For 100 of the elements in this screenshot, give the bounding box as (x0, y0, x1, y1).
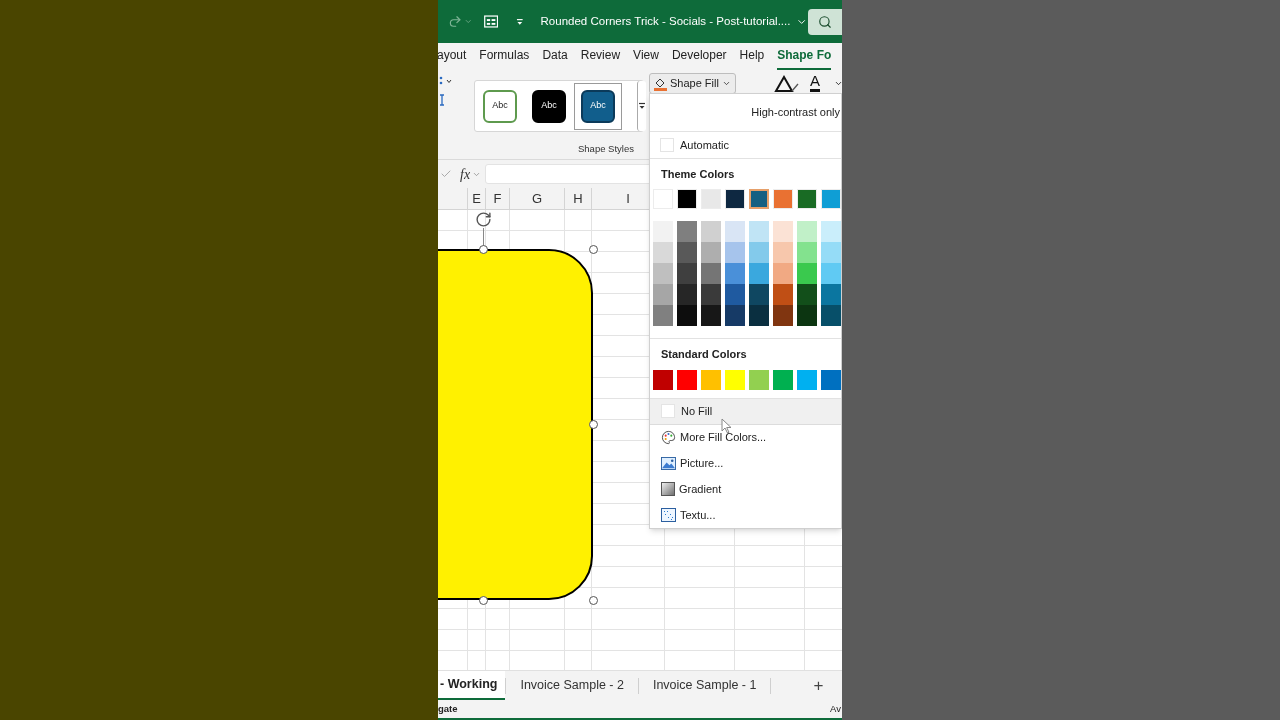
color-swatch[interactable] (773, 242, 793, 264)
sheet-tab[interactable]: Invoice Sample - 1 (638, 671, 771, 700)
selected-style-frame[interactable]: Abc (574, 82, 622, 130)
rounded-rectangle-shape[interactable] (438, 249, 593, 600)
color-swatch[interactable] (749, 369, 769, 390)
color-swatch[interactable] (701, 369, 721, 390)
color-swatch[interactable] (797, 305, 817, 327)
color-swatch[interactable] (821, 284, 841, 306)
color-swatch[interactable] (773, 263, 793, 285)
section-heading: Standard Colors (661, 347, 748, 363)
resize-handle[interactable] (589, 420, 598, 429)
add-sheet-button[interactable]: + (813, 672, 824, 699)
menu-item[interactable]: Gradient (650, 476, 841, 503)
resize-handle[interactable] (589, 245, 598, 254)
customize-toolbar-icon[interactable] (515, 17, 524, 26)
menu-item[interactable]: Picture... (650, 450, 841, 477)
ribbon-tab[interactable]: Data (542, 46, 568, 70)
group-label: Shape Styles (578, 142, 634, 156)
color-swatch[interactable] (653, 369, 673, 390)
color-swatch[interactable] (749, 284, 769, 306)
color-swatch[interactable] (653, 242, 673, 264)
color-swatch[interactable] (653, 221, 673, 243)
color-swatch[interactable] (797, 221, 817, 243)
sheet-tab[interactable]: - Working (438, 671, 506, 700)
redo-icon[interactable] (448, 14, 463, 29)
color-swatch[interactable] (797, 284, 817, 306)
color-swatch[interactable] (821, 305, 841, 327)
color-swatch[interactable] (773, 305, 793, 327)
menu-item[interactable]: Textu... (650, 502, 841, 529)
rotate-handle-icon[interactable] (475, 211, 492, 228)
caret-icon[interactable] (834, 79, 842, 88)
color-swatch[interactable] (653, 284, 673, 306)
color-swatch[interactable] (749, 242, 769, 264)
palette-icon (661, 430, 676, 445)
empty-swatch-icon (660, 137, 674, 152)
color-swatch[interactable] (677, 221, 697, 243)
color-swatch[interactable] (677, 263, 697, 285)
color-swatch[interactable] (821, 221, 841, 243)
color-swatch[interactable] (797, 242, 817, 264)
color-swatch[interactable] (773, 221, 793, 243)
ribbon-tab[interactable]: View (633, 46, 659, 70)
color-swatch[interactable] (725, 305, 745, 327)
color-swatch[interactable] (821, 263, 841, 285)
ribbon-tab[interactable]: Developer (671, 46, 727, 70)
color-swatch[interactable] (701, 221, 721, 243)
resize-handle[interactable] (479, 596, 488, 605)
high-contrast-toggle[interactable]: High-contrast only (650, 94, 841, 131)
menu-item[interactable]: More Fill Colors... (650, 424, 841, 451)
ribbon-tab[interactable]: Formulas (479, 46, 530, 70)
enter-icon[interactable] (440, 168, 452, 180)
color-swatch[interactable] (773, 369, 793, 390)
color-swatch[interactable] (701, 305, 721, 327)
ribbon-tab[interactable]: Help (739, 46, 765, 70)
ribbon-tab[interactable]: Review (580, 46, 621, 70)
menu-item[interactable]: No Fill (650, 398, 841, 425)
shape-outline-icon[interactable] (774, 75, 800, 93)
color-swatch[interactable] (749, 305, 769, 327)
caret-icon (721, 79, 731, 88)
color-swatch[interactable] (677, 242, 697, 264)
sheet-tab[interactable]: Invoice Sample - 2 (506, 671, 638, 700)
color-swatch[interactable] (821, 369, 841, 390)
color-swatch[interactable] (725, 284, 745, 306)
color-swatch[interactable] (749, 221, 769, 243)
color-swatch[interactable] (677, 284, 697, 306)
ribbon-tab[interactable]: ayout (438, 46, 467, 70)
color-swatch[interactable] (749, 189, 769, 210)
color-swatch[interactable] (797, 369, 817, 390)
color-swatch[interactable] (725, 263, 745, 285)
gallery-more-button[interactable] (637, 81, 646, 131)
style-swatch[interactable]: Abc (483, 89, 517, 123)
color-swatch[interactable] (749, 263, 769, 285)
color-swatch[interactable] (653, 305, 673, 327)
color-swatch[interactable] (797, 263, 817, 285)
style-swatch: Abc (581, 89, 615, 123)
more-icon (638, 102, 646, 110)
shape-fill-button[interactable]: Shape Fill (649, 73, 736, 94)
color-swatch[interactable] (653, 263, 673, 285)
picture-icon (661, 456, 676, 470)
color-swatch[interactable] (677, 305, 697, 327)
color-swatch[interactable] (677, 369, 697, 390)
resize-handle[interactable] (589, 596, 598, 605)
automatic-option[interactable]: Automatic (650, 131, 841, 158)
column-header[interactable]: E (468, 188, 486, 209)
color-swatch[interactable] (701, 242, 721, 264)
color-swatch[interactable] (725, 242, 745, 264)
color-swatch[interactable] (725, 221, 745, 243)
style-swatch[interactable]: Abc (532, 89, 566, 123)
column-header[interactable]: F (486, 188, 510, 209)
color-swatch[interactable] (701, 263, 721, 285)
window-title: Rounded Corners Trick - Socials - Post-tutorial.... (540, 13, 791, 29)
column-header[interactable]: H (565, 188, 592, 209)
resize-handle[interactable] (479, 245, 488, 254)
color-swatch[interactable] (773, 284, 793, 306)
empty-swatch-icon (661, 404, 675, 419)
column-header[interactable]: G (510, 188, 565, 209)
search-button[interactable] (807, 8, 842, 35)
color-swatch[interactable] (821, 242, 841, 264)
color-swatch[interactable] (725, 369, 745, 390)
function-label[interactable]: fx (460, 163, 471, 185)
color-swatch[interactable] (701, 284, 721, 306)
